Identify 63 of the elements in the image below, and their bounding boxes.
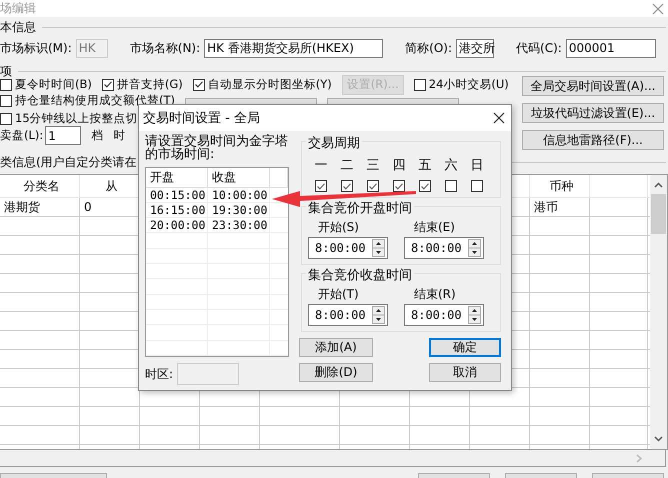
column-header[interactable]: 收盘: [212, 169, 236, 186]
table-cell: 00:15:00: [150, 188, 206, 202]
day-label: 五: [418, 157, 432, 174]
unit-label: 时: [113, 128, 126, 143]
checkbox-label[interactable]: 自动显示分时图坐标(Y): [208, 77, 332, 92]
checkbox-label[interactable]: 24小时交易(U): [428, 77, 509, 92]
dialog-title: 交易时间设置 - 全局: [143, 110, 260, 127]
table-cell: 港期货: [4, 198, 40, 216]
time-field[interactable]: 8:00:00: [404, 237, 484, 259]
window-title: 场编辑: [0, 0, 36, 17]
time-field[interactable]: 8:00:00: [308, 237, 388, 259]
group-title: 交易周期: [306, 134, 362, 152]
input-field[interactable]: 港交所: [456, 38, 494, 58]
table-cell: 19:30:00: [212, 203, 268, 218]
input-field[interactable]: HK 香港期货交易所(HKEX): [204, 38, 384, 58]
settings-button[interactable]: 垃圾代码过滤设置(E)...: [522, 103, 664, 123]
table-cell: 23:30:00: [212, 218, 268, 232]
table-cell: 10:00:00: [212, 188, 268, 202]
session-list[interactable]: 开盘 收盘 00:15:00 10:00:00 16:15:00 19:30:00 20:00:00 23:30:00: [145, 167, 289, 357]
dialog-button[interactable]: 取消: [429, 363, 501, 382]
day-label: 日: [470, 157, 484, 174]
field-label: 开始(S): [318, 219, 360, 236]
dialog-button[interactable]: 添加(A): [299, 338, 373, 357]
checkbox-label[interactable]: 拼音支持(G): [116, 77, 183, 92]
table-cell: 0: [84, 200, 92, 214]
field-label: 结束(E): [414, 219, 456, 236]
checkbox-label[interactable]: 夏令时时间(B): [15, 77, 92, 92]
field-label: 结束(R): [414, 286, 457, 303]
field-label: 市场名称(N):: [130, 40, 200, 56]
group-title: 集合竞价开盘时间: [306, 199, 414, 217]
column-header[interactable]: 分类名: [24, 178, 60, 194]
group-title: 类信息(用户自定分类请在: [0, 154, 137, 170]
field-label: 市场标识(M):: [0, 40, 72, 56]
checkbox-label[interactable]: 15分钟线以上按整点切: [15, 111, 138, 126]
time-field[interactable]: 8:00:00: [404, 304, 484, 326]
field-label: 卖盘(L):: [0, 128, 44, 143]
column-header[interactable]: 币种: [550, 178, 574, 194]
table-cell: 16:15:00: [150, 203, 206, 218]
group-title: 本信息: [0, 18, 36, 36]
prompt-text: 请设置交易时间为金字塔的市场时间:: [145, 135, 289, 161]
field-label: 简称(O):: [405, 40, 452, 56]
day-label: 六: [444, 157, 458, 174]
field-label: 时区:: [145, 366, 174, 382]
day-label: 四: [392, 157, 406, 174]
table-cell: 港币: [534, 198, 558, 216]
day-label: 二: [340, 157, 354, 174]
field-label: 开始(T): [318, 286, 360, 303]
settings-button[interactable]: 信息地雷路径(F)...: [522, 130, 664, 150]
time-field[interactable]: 8:00:00: [308, 304, 388, 326]
column-header[interactable]: 从: [106, 178, 118, 194]
day-label: 三: [366, 157, 380, 174]
dialog-button[interactable]: 删除(D): [299, 363, 373, 382]
dialog-button[interactable]: 确定: [429, 338, 501, 357]
group-title: 集合竞价收盘时间: [306, 266, 414, 284]
input-field[interactable]: 1: [45, 126, 82, 145]
settings-button[interactable]: 全局交易时间设置(A)...: [522, 76, 664, 96]
unit-label: 档: [91, 128, 104, 143]
column-header[interactable]: 开盘: [150, 169, 174, 186]
group-title: 项: [0, 62, 12, 80]
field-label: 代码(C):: [516, 40, 562, 56]
input-field[interactable]: 000001: [566, 38, 656, 58]
day-label: 一: [314, 157, 328, 174]
table-cell: 20:00:00: [150, 218, 206, 232]
